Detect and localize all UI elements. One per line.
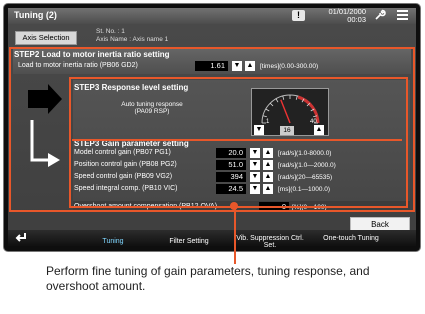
white-arrow-head-icon: [48, 153, 60, 167]
highlight-outer-rect: [9, 47, 415, 212]
caption-text: Perform fine tuning of gain parameters, …: [46, 264, 370, 293]
pointer-line: [234, 207, 236, 264]
black-arrow-icon: [28, 84, 62, 114]
white-arrow-icon: [30, 120, 50, 162]
